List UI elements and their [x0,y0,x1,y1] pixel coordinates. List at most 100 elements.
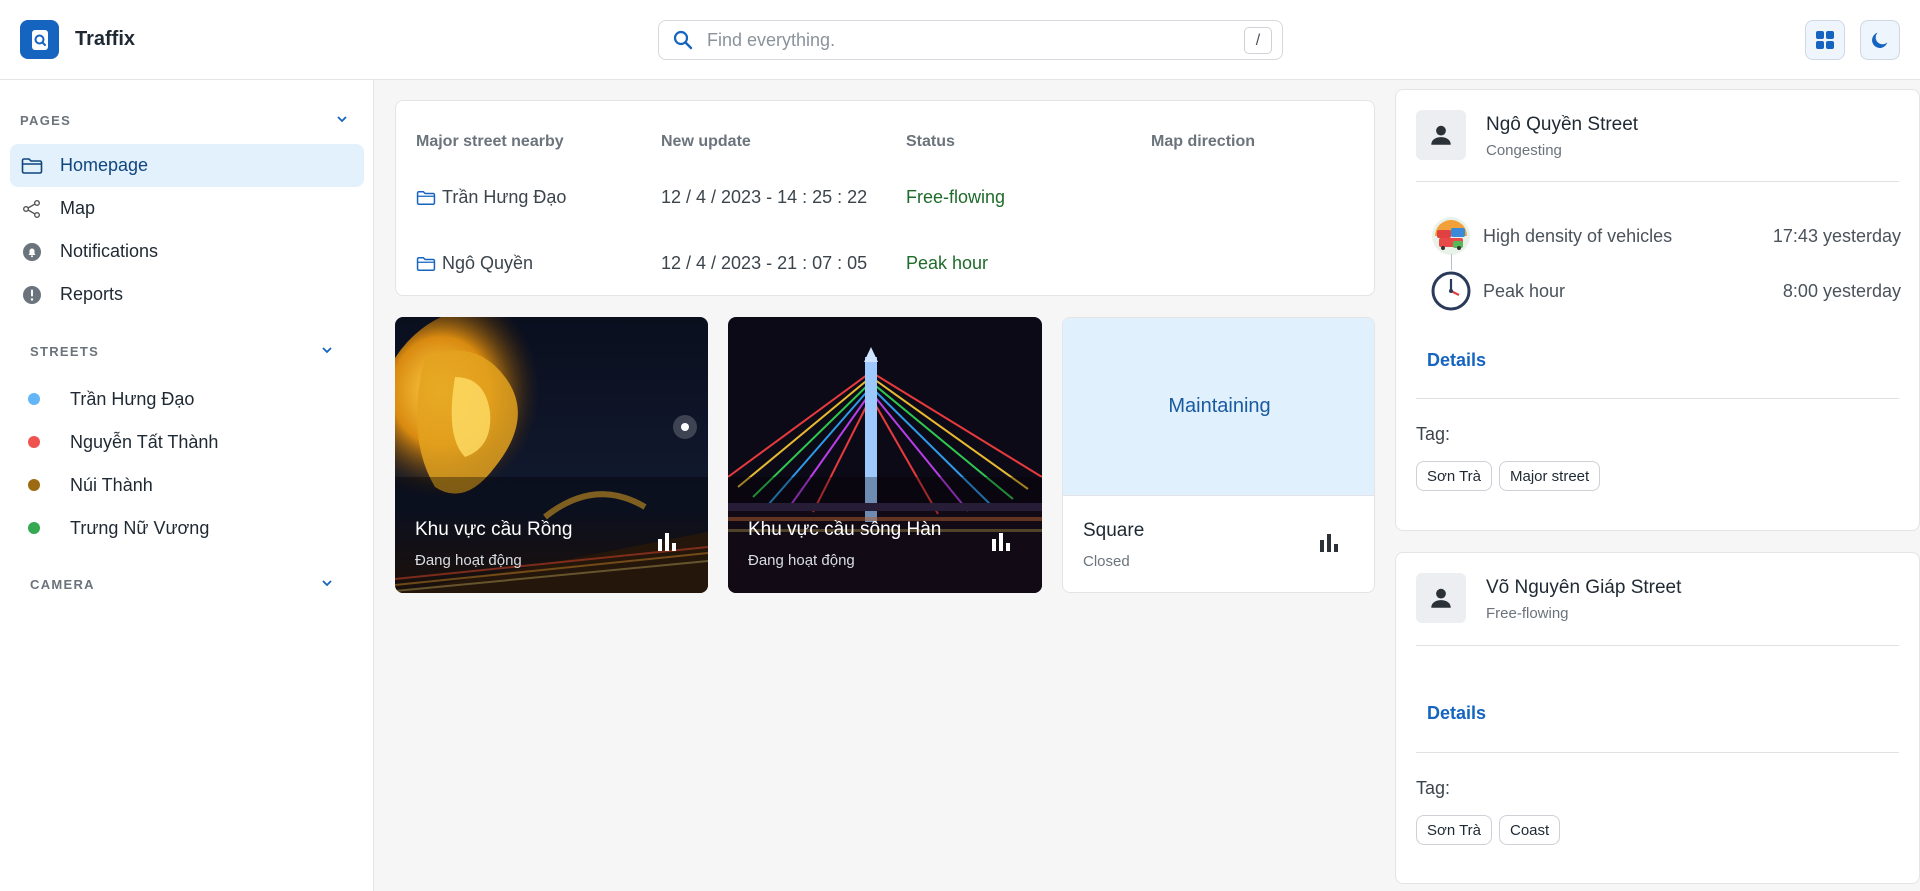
folder-icon [416,256,436,271]
bar-chart-icon[interactable] [990,531,1012,553]
sidebar-street-nguyen-tat-thanh[interactable]: Nguyễn Tất Thành [28,427,218,457]
column-header-update: New update [661,133,751,150]
divider [1416,645,1899,646]
apps-grid-button[interactable] [1805,20,1845,60]
sidebar-item-notifications[interactable]: Notifications [10,230,364,273]
street-status: Congesting [1486,142,1562,159]
folder-icon [416,190,436,205]
camera-section-header[interactable]: CAMERA [30,577,335,592]
sidebar-street-trung-nu-vuong[interactable]: Trưng Nữ Vương [28,513,209,543]
street-label: Núi Thành [70,474,153,495]
table-cell-status: Peak hour [906,253,989,273]
vehicles-icon [1431,216,1471,256]
bell-icon [20,240,44,264]
table-cell-street[interactable]: Ngô Quyền [416,253,533,274]
street-status-table: Major street nearby New update Status Ma… [395,100,1375,296]
theme-toggle-button[interactable] [1860,20,1900,60]
chevron-down-icon [322,347,332,354]
sidebar-item-label: Map [60,198,96,218]
area-title: Square [1083,520,1145,541]
sidebar-street-nui-thanh[interactable]: Núi Thành [28,470,153,500]
sidebar-street-tran-hung-dao[interactable]: Trần Hưng Đạo [28,384,194,414]
event-label: High density of vehicles [1483,225,1673,246]
moon-icon [1872,32,1888,48]
column-header-map-direction: Map direction [1151,133,1256,150]
street-detail-card-ngo-quyen: Ngô Quyền Street Congesting High density… [1395,89,1920,531]
grid-icon [1816,31,1834,49]
tag-son-tra[interactable]: Sơn Trà [1416,461,1493,491]
sidebar-item-label: Homepage [60,155,149,175]
timeline-connector [1451,254,1452,270]
street-detail-card-vo-nguyen-giap: Võ Nguyên Giáp Street Free-flowing Detai… [1395,552,1920,884]
chevron-down-icon [322,580,332,587]
card-divider [1063,495,1374,496]
divider [1416,181,1899,182]
clock-icon [1431,271,1471,311]
top-bar: Traffix / [0,0,1920,80]
street-label: Trưng Nữ Vương [70,517,210,538]
area-title: Khu vực cầu sông Hàn [748,519,942,540]
person-icon [1431,588,1451,608]
area-status: Đang hoạt động [748,552,855,569]
search-bar[interactable]: / [658,20,1283,60]
table-cell-update: 12 / 4 / 2023 - 14 : 25 : 22 [661,187,868,207]
details-link[interactable]: Details [1427,703,1486,724]
divider [1416,752,1899,753]
sidebar-item-label: Reports [60,284,124,304]
tag-label: Tag: [1416,778,1451,798]
sidebar-item-reports[interactable]: Reports [10,273,364,316]
area-card-han-river-bridge[interactable]: Khu vực cầu sông Hàn Đang hoạt động [728,317,1042,593]
search-doc-icon [31,29,48,50]
chevron-down-icon [337,116,347,123]
avatar [1416,110,1466,160]
table-cell-update: 12 / 4 / 2023 - 21 : 07 : 05 [661,253,868,273]
street-status: Free-flowing [1486,605,1569,622]
street-title: Ngô Quyền Street [1486,114,1639,135]
alert-icon [20,283,44,307]
area-status: Closed [1083,553,1130,570]
search-shortcut-key: / [1244,27,1272,54]
street-label: Trần Hưng Đạo [70,388,195,409]
event-time: 17:43 yesterday [1772,225,1901,246]
person-icon [1431,125,1451,145]
avatar [1416,573,1466,623]
table-cell-status: Free-flowing [906,187,1006,207]
sidebar-item-label: Notifications [60,241,159,261]
tag-label: Tag: [1416,424,1451,444]
sidebar: PAGES Homepage Map Notifications Reports… [0,80,374,891]
details-link[interactable]: Details [1427,350,1486,371]
street-title: Võ Nguyên Giáp Street [1486,577,1682,598]
sidebar-item-homepage[interactable]: Homepage [10,144,364,187]
street-color-dot [28,393,40,405]
maintaining-label: Maintaining [1168,395,1271,417]
share-icon [20,197,44,221]
area-title: Khu vực cầu Rồng [415,519,573,540]
bar-chart-icon[interactable] [1318,532,1340,554]
event-time: 8:00 yesterday [1782,280,1901,301]
app-title: Traffix [75,28,136,50]
area-card-dragon-bridge[interactable]: Khu vực cầu Rồng Đang hoạt động [395,317,708,593]
divider [1416,398,1899,399]
search-input[interactable] [707,29,1227,51]
tag-son-tra[interactable]: Sơn Trà [1416,815,1493,845]
app-logo[interactable] [20,20,59,59]
pages-section-header[interactable]: PAGES [20,113,350,128]
bar-chart-icon[interactable] [656,531,678,553]
area-card-square[interactable]: Maintaining Square Closed [1062,317,1375,593]
event-row: High density of vehicles 17:43 yesterday [1431,214,1901,258]
street-label: Nguyễn Tất Thành [70,431,219,452]
streets-section-header[interactable]: STREETS [30,344,335,359]
table-cell-street[interactable]: Trần Hưng Đạo [416,187,566,208]
street-color-dot [28,522,40,534]
area-status: Đang hoạt động [415,552,522,569]
event-row: Peak hour 8:00 yesterday [1431,269,1901,313]
tag-major-street[interactable]: Major street [1499,461,1601,491]
sidebar-item-map[interactable]: Map [10,187,364,230]
folder-icon [20,154,44,178]
search-icon [671,28,695,52]
event-label: Peak hour [1483,280,1566,301]
tag-coast[interactable]: Coast [1499,815,1561,845]
street-color-dot [28,479,40,491]
column-header-street: Major street nearby [416,133,564,150]
street-color-dot [28,436,40,448]
